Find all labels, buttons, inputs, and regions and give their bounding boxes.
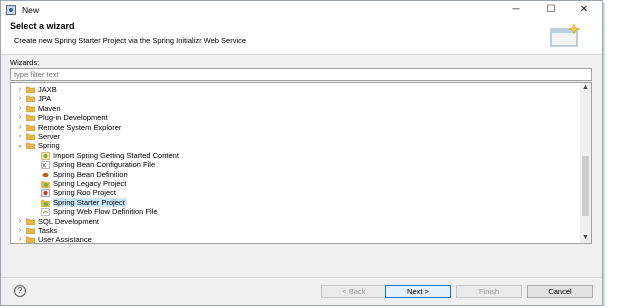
minimize-button[interactable]: ─ [501,2,531,17]
spring-bean-icon [41,171,50,178]
chevron-right-icon[interactable]: › [16,235,24,243]
chevron-right-icon[interactable]: › [16,104,24,113]
chevron-right-icon[interactable]: › [16,94,24,103]
folder-icon [25,95,36,103]
chevron-right-icon[interactable]: › [16,123,24,132]
tree-item-label: Maven [38,103,61,113]
folder-icon [25,105,36,113]
footer-divider [1,277,602,278]
folder-icon [25,236,36,243]
scroll-up-icon[interactable]: ▲ [580,83,591,93]
wizard-tree[interactable]: › User Assistance › Tasks › SQL Development Sp… [10,82,592,244]
wizards-label: Wizards: [10,58,40,67]
folder-icon [25,114,36,122]
cancel-button[interactable]: Cancel [527,285,593,298]
new-wizard-dialog: New ─ ☐ ✕ Select a wizard Create new Spr… [0,0,603,306]
folder-icon [25,218,36,225]
eclipse-app-icon [6,5,16,15]
spring-import-icon [41,152,50,160]
tree-item-label: Spring Bean Configuration File [53,160,156,170]
spring-starter-icon [41,199,50,207]
close-button[interactable]: ✕ [569,2,599,17]
window-title: New [22,5,40,15]
folder-icon [25,124,36,131]
spring-webflow-icon [41,208,50,216]
tree-item-label: JPA [38,94,52,104]
tree-item-label: Spring [38,141,60,151]
tree-item-label: SQL Development [38,216,100,226]
folder-icon [25,227,36,235]
help-icon[interactable]: ? [14,285,26,297]
chevron-right-icon[interactable]: › [16,226,24,235]
scroll-thumb[interactable] [582,156,589,216]
maximize-button[interactable]: ☐ [536,2,566,17]
scroll-down-icon[interactable]: ▼ [580,233,591,243]
tree-item-label: Plug-in Development [38,113,108,123]
tree-item-label: Import Spring Getting Started Content [53,150,179,160]
tree-item-label: Spring Roo Project [53,188,116,198]
window-edge [603,3,605,306]
page-description: Create new Spring Starter Project via th… [14,36,247,45]
spring-roo-icon [41,189,50,198]
chevron-right-icon[interactable]: › [16,85,24,94]
next-button[interactable]: Next > [385,285,451,298]
tree-item-label: Server [38,132,61,141]
chevron-right-icon[interactable]: › [16,132,24,141]
tree-item-label: Remote System Explorer [38,122,122,132]
tree-item-label: Tasks [38,226,58,235]
tree-item-label: Spring Web Flow Definition File [53,207,158,217]
chevron-right-icon[interactable]: › [16,113,24,122]
folder-icon [25,86,36,94]
back-button[interactable]: < Back [321,285,387,298]
wizard-header: Select a wizard Create new Spring Starte… [1,18,602,55]
tree-item-label: User Assistance [38,235,92,244]
finish-button[interactable]: Finish [456,285,522,298]
page-title: Select a wizard [10,21,75,31]
chevron-right-icon[interactable]: › [16,217,24,226]
tree-item-label: Spring Starter Project [53,197,127,207]
chevron-down-icon[interactable]: ⌄ [16,141,24,150]
spring-bean-config-icon: X [41,161,50,170]
filter-input[interactable] [10,68,592,81]
tree-item-label: Spring Legacy Project [53,179,127,188]
spring-project-icon [41,180,50,188]
svg-text:X: X [42,163,46,170]
tree-scrollbar[interactable]: ▲ ▼ [580,83,591,243]
folder-icon [25,133,36,141]
tree-item-label: JAXB [38,85,57,94]
folder-icon [25,142,36,150]
title-bar: New ─ ☐ ✕ [1,1,602,18]
wizard-banner-icon [550,23,581,47]
tree-item-label: Spring Bean Definition [53,169,128,179]
